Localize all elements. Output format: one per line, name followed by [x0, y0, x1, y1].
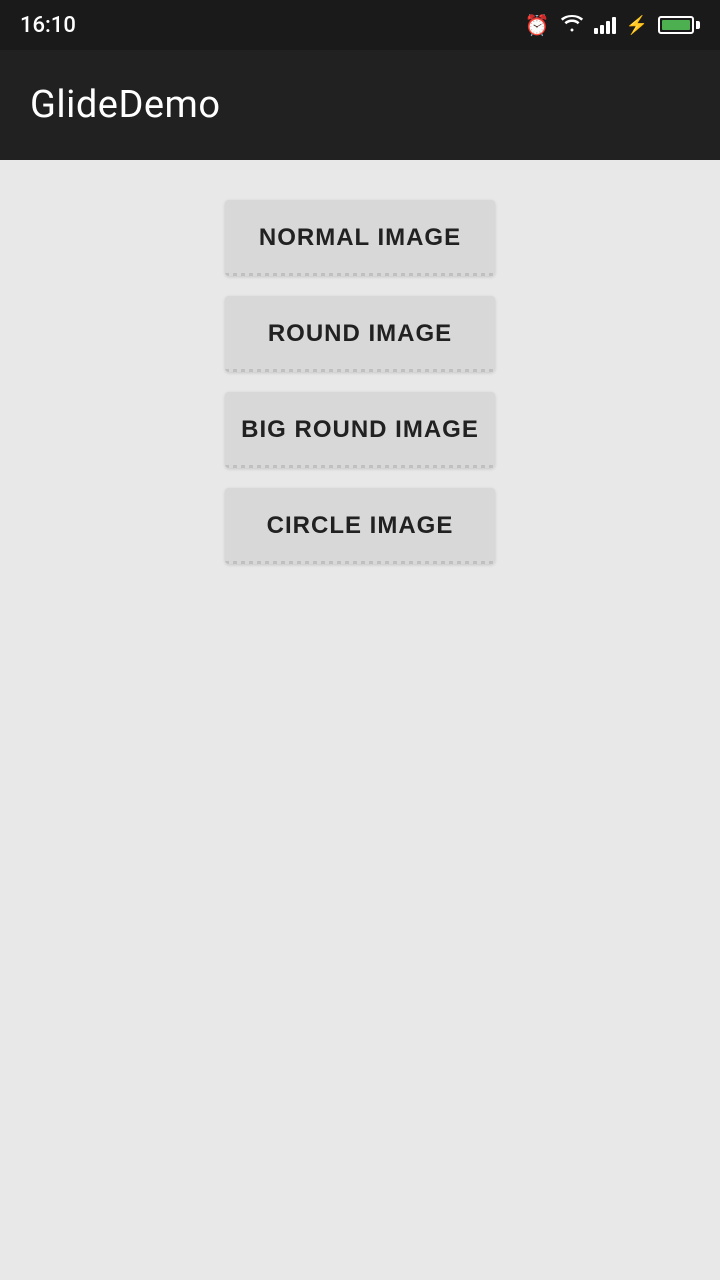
- status-time: 16:10: [20, 13, 76, 38]
- round-image-button[interactable]: ROUND IMAGE: [225, 296, 495, 372]
- round-image-label: ROUND IMAGE: [268, 320, 452, 348]
- status-bar: 16:10 ⏰ ⚡: [0, 0, 720, 50]
- alarm-icon: ⏰: [525, 13, 550, 37]
- wifi-icon: [560, 13, 584, 37]
- app-bar: GlideDemo: [0, 50, 720, 160]
- battery-icon: [658, 16, 700, 34]
- app-title: GlideDemo: [30, 83, 221, 127]
- normal-image-label: NORMAL IMAGE: [259, 224, 461, 252]
- status-icons: ⏰ ⚡: [525, 13, 700, 37]
- big-round-image-label: BIG ROUND IMAGE: [241, 416, 479, 444]
- charging-icon: ⚡: [626, 15, 648, 36]
- circle-image-label: CIRCLE IMAGE: [267, 512, 454, 540]
- normal-image-button[interactable]: NORMAL IMAGE: [225, 200, 495, 276]
- signal-bars-icon: [594, 16, 616, 34]
- main-content: NORMAL IMAGE ROUND IMAGE BIG ROUND IMAGE…: [0, 160, 720, 584]
- big-round-image-button[interactable]: BIG ROUND IMAGE: [225, 392, 495, 468]
- circle-image-button[interactable]: CIRCLE IMAGE: [225, 488, 495, 564]
